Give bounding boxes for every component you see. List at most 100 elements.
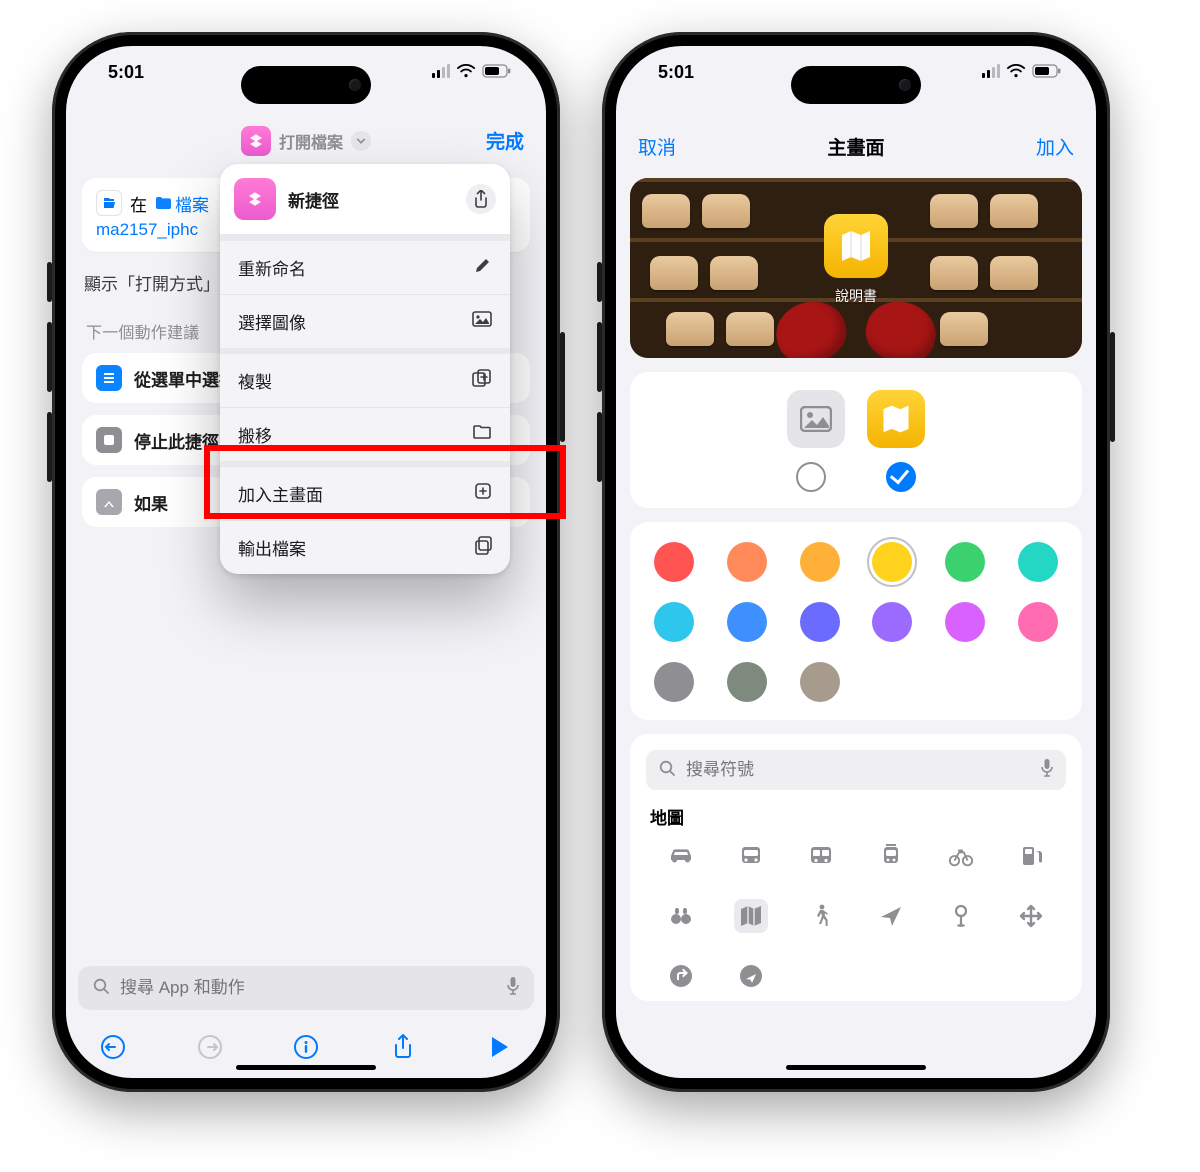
shortcut-title[interactable]: 打開檔案 bbox=[241, 126, 371, 156]
preview-app-label: 說明書 bbox=[824, 286, 888, 306]
menu-item-add-to-home[interactable]: 加入主畫面 bbox=[220, 461, 510, 520]
glyph-bus-side-icon[interactable] bbox=[804, 839, 838, 873]
menu-item-export-file[interactable]: 輸出檔案 bbox=[220, 520, 510, 574]
radio-photo[interactable] bbox=[796, 462, 826, 492]
list-icon bbox=[96, 365, 122, 391]
chevron-down-icon[interactable] bbox=[351, 131, 371, 151]
color-swatch[interactable] bbox=[800, 662, 840, 702]
wifi-icon bbox=[456, 64, 476, 78]
glyph-location-arrow-icon[interactable] bbox=[874, 899, 908, 933]
menu-item-rename[interactable]: 重新命名 bbox=[220, 235, 510, 294]
color-swatch[interactable] bbox=[945, 542, 985, 582]
menu-item-label: 輸出檔案 bbox=[238, 535, 306, 560]
color-swatch[interactable] bbox=[654, 542, 694, 582]
glyph-tram-icon[interactable] bbox=[874, 839, 908, 873]
map-glyph-icon bbox=[837, 227, 875, 265]
color-swatch[interactable] bbox=[654, 602, 694, 642]
editor-toolbar bbox=[78, 1010, 534, 1068]
mic-icon[interactable] bbox=[506, 976, 520, 1001]
color-swatch[interactable] bbox=[872, 542, 912, 582]
home-indicator bbox=[236, 1065, 376, 1070]
color-swatch[interactable] bbox=[654, 662, 694, 702]
open-file-folder[interactable]: 檔案 bbox=[155, 191, 209, 216]
search-icon bbox=[658, 759, 676, 782]
run-button[interactable] bbox=[484, 1032, 514, 1062]
radio-glyph[interactable] bbox=[886, 462, 916, 492]
color-swatch[interactable] bbox=[800, 542, 840, 582]
glyph-picker-card: 地圖 bbox=[630, 734, 1082, 1001]
menu-title: 新捷徑 bbox=[288, 187, 454, 212]
search-bar[interactable] bbox=[78, 966, 534, 1010]
glyph-car-icon[interactable] bbox=[664, 839, 698, 873]
icon-source-card bbox=[630, 372, 1082, 508]
duplicate-icon bbox=[472, 369, 492, 392]
glyph-search-bar[interactable] bbox=[646, 750, 1066, 790]
shortcut-options-menu: 新捷徑 重新命名 選擇圖像 複製 bbox=[220, 164, 510, 574]
search-icon bbox=[92, 977, 110, 1000]
dynamic-island bbox=[791, 66, 921, 104]
choose-glyph-option[interactable] bbox=[867, 390, 925, 448]
suggestion-label: 如果 bbox=[134, 490, 168, 515]
search-input[interactable] bbox=[118, 977, 498, 999]
glyph-search-input[interactable] bbox=[684, 759, 1032, 781]
glyph-direction-circle-icon[interactable] bbox=[734, 959, 768, 993]
cancel-button[interactable]: 取消 bbox=[638, 133, 676, 160]
image-icon bbox=[472, 311, 492, 332]
color-swatch[interactable] bbox=[727, 602, 767, 642]
preview-app-icon bbox=[824, 214, 888, 278]
mic-icon[interactable] bbox=[1040, 758, 1054, 783]
add-button[interactable]: 加入 bbox=[1036, 133, 1074, 160]
glyph-pin-icon[interactable] bbox=[944, 899, 978, 933]
choose-photo-option[interactable] bbox=[787, 390, 845, 448]
color-swatch[interactable] bbox=[1018, 542, 1058, 582]
share-button[interactable] bbox=[466, 184, 496, 214]
glyph-move-icon[interactable] bbox=[1014, 899, 1048, 933]
battery-icon bbox=[482, 64, 512, 78]
glyph-fuel-icon[interactable] bbox=[1014, 839, 1048, 873]
color-swatch[interactable] bbox=[800, 602, 840, 642]
glyph-walk-icon[interactable] bbox=[804, 899, 838, 933]
menu-item-duplicate[interactable]: 複製 bbox=[220, 348, 510, 407]
color-swatch[interactable] bbox=[1018, 602, 1058, 642]
cellular-signal-icon bbox=[982, 64, 1000, 78]
pencil-icon bbox=[474, 256, 492, 279]
cellular-signal-icon bbox=[432, 64, 450, 78]
color-picker-card bbox=[630, 522, 1082, 720]
menu-item-label: 選擇圖像 bbox=[238, 309, 306, 334]
glyph-bicycle-icon[interactable] bbox=[944, 839, 978, 873]
color-swatch[interactable] bbox=[872, 602, 912, 642]
shortcut-app-icon bbox=[234, 178, 276, 220]
folder-label: 檔案 bbox=[175, 191, 209, 216]
folder-icon bbox=[155, 196, 171, 210]
home-indicator bbox=[786, 1065, 926, 1070]
menu-item-label: 重新命名 bbox=[238, 255, 306, 280]
stop-icon bbox=[96, 427, 122, 453]
undo-button[interactable] bbox=[98, 1032, 128, 1062]
export-file-icon bbox=[474, 535, 492, 560]
branch-icon bbox=[96, 489, 122, 515]
menu-item-move[interactable]: 搬移 bbox=[220, 407, 510, 461]
glyph-bus-front-icon[interactable] bbox=[734, 839, 768, 873]
status-time: 5:01 bbox=[658, 62, 694, 83]
sheet-title: 主畫面 bbox=[827, 133, 884, 160]
menu-item-choose-image[interactable]: 選擇圖像 bbox=[220, 294, 510, 348]
menu-item-label: 搬移 bbox=[238, 422, 272, 447]
open-file-prefix: 在 bbox=[130, 191, 147, 216]
color-swatch[interactable] bbox=[945, 602, 985, 642]
image-icon bbox=[800, 406, 832, 432]
share-button[interactable] bbox=[388, 1032, 418, 1062]
glyph-category-label: 地圖 bbox=[650, 804, 1062, 829]
home-screen-preview: 說明書 bbox=[630, 178, 1082, 358]
shortcut-title-text: 打開檔案 bbox=[279, 129, 343, 153]
shortcut-app-icon bbox=[241, 126, 271, 156]
color-swatch[interactable] bbox=[727, 542, 767, 582]
glyph-map-icon[interactable] bbox=[734, 899, 768, 933]
suggestion-label: 停止此捷徑 bbox=[134, 428, 219, 453]
glyph-turn-right-circle-icon[interactable] bbox=[664, 959, 698, 993]
glyph-binoculars-icon[interactable] bbox=[664, 899, 698, 933]
home-screen-sheet-header: 取消 主畫面 加入 bbox=[616, 118, 1096, 168]
color-swatch[interactable] bbox=[727, 662, 767, 702]
info-button[interactable] bbox=[291, 1032, 321, 1062]
status-time: 5:01 bbox=[108, 62, 144, 83]
done-button[interactable]: 完成 bbox=[486, 127, 524, 154]
